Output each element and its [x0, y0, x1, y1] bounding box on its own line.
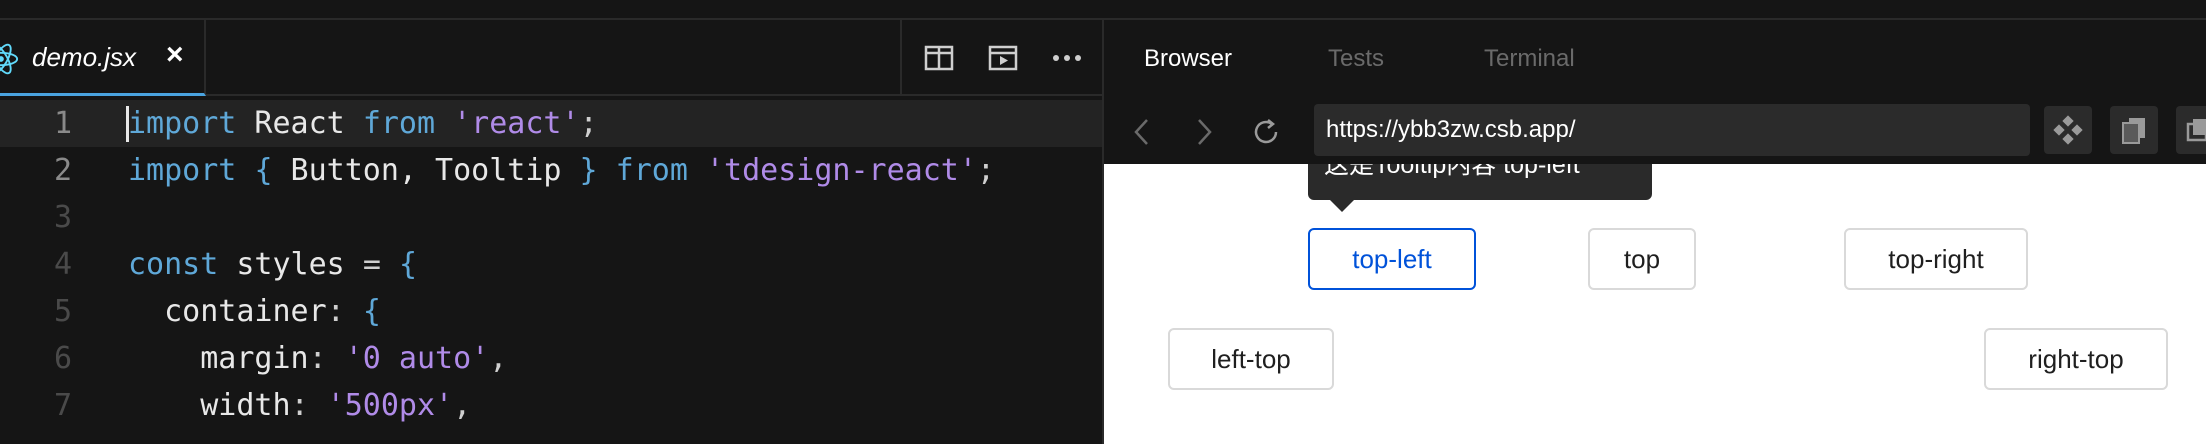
code-line[interactable]: 3: [0, 194, 1102, 241]
code-line[interactable]: 7 width: '500px',: [0, 382, 1102, 429]
browser-navbar: https://ybb3zw.csb.app/: [1104, 102, 2206, 162]
tab-label: demo.jsx: [32, 42, 137, 72]
code-text: container: {: [128, 288, 381, 335]
code-token: {: [362, 294, 381, 329]
code-token: :: [326, 294, 363, 329]
open-preview-icon[interactable]: [986, 41, 1020, 75]
line-number: 6: [53, 341, 72, 376]
tab-browser[interactable]: Browser: [1144, 45, 1232, 73]
code-text: const styles = {: [128, 241, 417, 288]
code-token: styles: [218, 247, 363, 282]
code-line[interactable]: 2 import { Button, Tooltip } from 'tdesig…: [0, 147, 1102, 194]
url-input[interactable]: https://ybb3zw.csb.app/: [1314, 104, 2030, 156]
line-number: 4: [53, 247, 72, 282]
code-token: from: [362, 106, 436, 141]
code-token: '0 auto': [344, 341, 490, 376]
code-token: container: [128, 294, 327, 329]
top-button[interactable]: top: [1588, 228, 1696, 290]
editor-actions: [900, 20, 1084, 96]
tooltip-arrow: [1330, 200, 1354, 212]
panel-tabs: Browser Tests Terminal: [1104, 20, 2206, 96]
text-cursor: [126, 106, 129, 142]
code-token: width: [128, 388, 291, 423]
code-token: React: [236, 106, 363, 141]
diamond-icon[interactable]: [2044, 106, 2092, 154]
tab-demo-jsx[interactable]: demo.jsx ×: [0, 20, 206, 96]
code-token: from: [615, 153, 688, 188]
refresh-icon[interactable]: [1248, 114, 1284, 150]
tab-terminal[interactable]: Terminal: [1484, 45, 1575, 73]
code-token: Button, Tooltip: [272, 153, 580, 188]
code-token: ;: [579, 106, 598, 141]
forward-icon[interactable]: [1186, 114, 1222, 150]
window-icon[interactable]: [2176, 106, 2206, 154]
code-token: import: [128, 106, 237, 141]
left-top-button[interactable]: left-top: [1168, 328, 1334, 390]
preview-viewport: 这是Tooltip内容 top-left top-left top top-ri…: [1104, 164, 2206, 444]
preview-panel: Browser Tests Terminal https://ybb3zw.cs…: [1104, 20, 2206, 444]
code-text: width: '500px',: [128, 382, 471, 429]
code-text: import React from 'react';: [128, 100, 598, 147]
back-icon[interactable]: [1124, 114, 1160, 150]
code-line[interactable]: 4 const styles = {: [0, 241, 1102, 288]
code-line[interactable]: 1 import React from 'react';: [0, 100, 1102, 147]
react-icon: [0, 43, 19, 75]
line-number: 5: [53, 294, 72, 329]
code-token: }: [579, 153, 598, 188]
more-icon[interactable]: [1050, 41, 1084, 75]
code-text: margin: '0 auto',: [128, 335, 507, 382]
code-token: :: [290, 388, 327, 423]
code-token: :: [308, 341, 345, 376]
code-editor: demo.jsx × 1 import React from 'react'; 2 i…: [0, 20, 1102, 444]
line-number: 7: [53, 388, 72, 423]
code-text: import { Button, Tooltip } from 'tdesign…: [128, 147, 995, 194]
code-token: ;: [976, 153, 995, 188]
code-token: {: [254, 153, 273, 188]
code-token: 'react': [453, 106, 580, 141]
code-token: '500px': [326, 388, 454, 423]
code-token: ,: [489, 341, 508, 376]
code-area[interactable]: 1 import React from 'react'; 2 import { But…: [0, 96, 1102, 444]
tab-tests[interactable]: Tests: [1328, 45, 1384, 73]
tooltip-popup: 这是Tooltip内容 top-left: [1308, 164, 1652, 200]
code-token: =: [362, 247, 399, 282]
code-token: import: [128, 153, 237, 188]
code-token: {: [398, 247, 417, 282]
split-editor-icon[interactable]: [922, 41, 956, 75]
code-token: 'tdesign-react': [705, 153, 977, 188]
line-number: 3: [53, 200, 72, 235]
code-line[interactable]: 5 container: {: [0, 288, 1102, 335]
code-line[interactable]: 6 margin: '0 auto',: [0, 335, 1102, 382]
top-right-button[interactable]: top-right: [1844, 228, 2028, 290]
code-token: ,: [453, 388, 472, 423]
copy-icon[interactable]: [2110, 106, 2158, 154]
code-token: margin: [128, 341, 309, 376]
line-number: 2: [53, 153, 72, 188]
top-left-button[interactable]: top-left: [1308, 228, 1476, 290]
right-top-button[interactable]: right-top: [1984, 328, 2168, 390]
close-icon[interactable]: ×: [166, 40, 184, 70]
code-token: const: [128, 247, 219, 282]
line-number: 1: [53, 106, 72, 141]
window-top-strip: [0, 0, 2206, 20]
editor-tab-bar: demo.jsx ×: [0, 20, 1102, 96]
